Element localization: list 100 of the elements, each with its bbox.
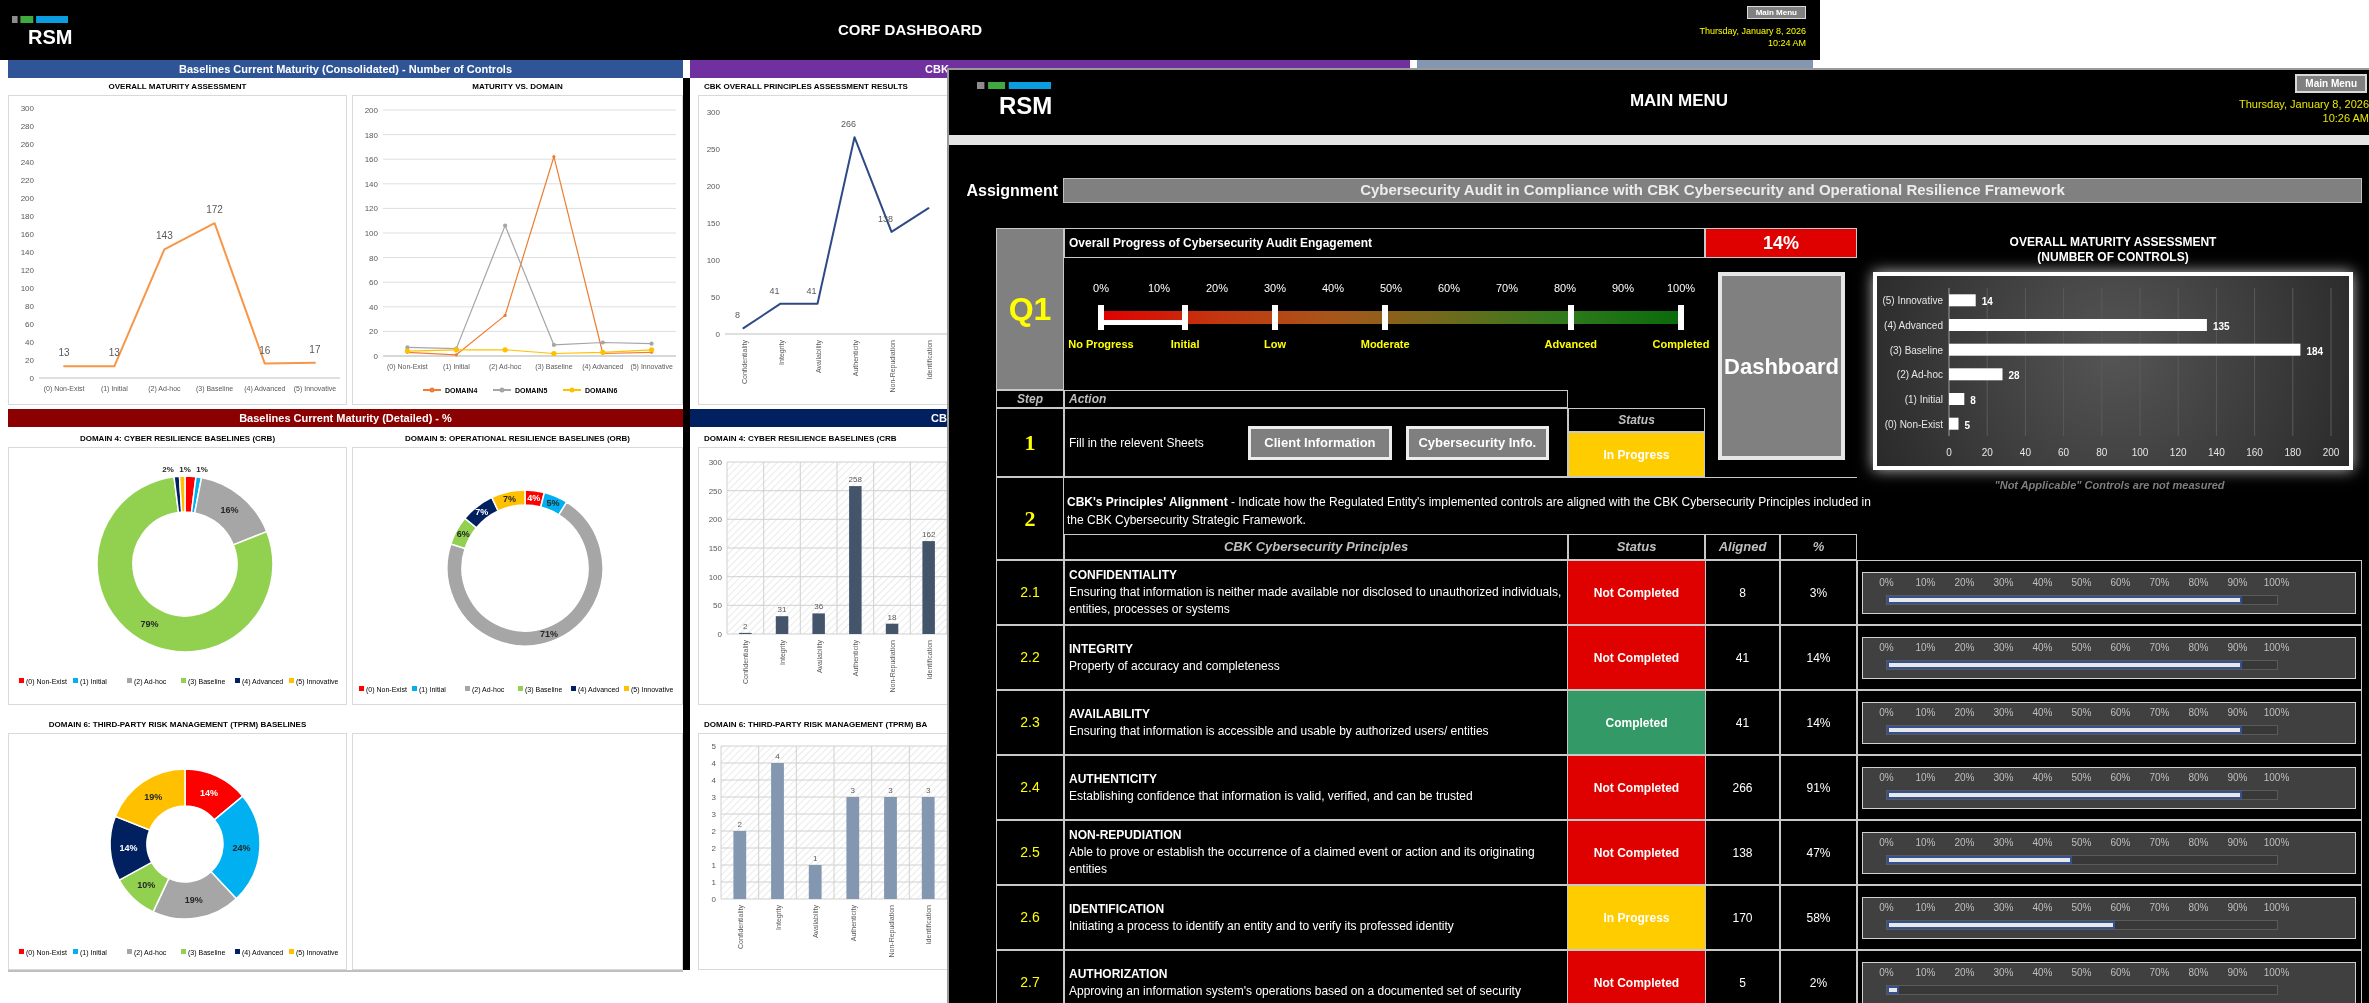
axis-label: 40: [369, 302, 378, 312]
scale-label: 50%: [1379, 281, 1403, 296]
legend-swatch-icon: [181, 678, 186, 683]
scale-label: 70%: [2148, 836, 2171, 850]
scale-label: 0%: [1878, 706, 1895, 720]
principle-description: Property of accuracy and completeness: [1069, 657, 1281, 675]
scale-label: 40%: [2031, 706, 2054, 720]
scale-label: 20%: [1953, 836, 1976, 850]
scale-label: 100%: [2262, 771, 2291, 785]
scale-label: 20%: [1953, 966, 1976, 980]
dashboard-button[interactable]: Dashboard: [1718, 272, 1845, 460]
data-label: 3: [850, 786, 856, 795]
data-label: 5%: [546, 498, 560, 509]
axis-label: 1: [711, 878, 716, 887]
step-number: 2.4: [1020, 778, 1040, 797]
data-label: 13: [58, 347, 70, 359]
axis-label: (5) Innovative: [1882, 295, 1943, 307]
action-button[interactable]: Cybersecurity Info.: [1405, 425, 1549, 460]
scale-label: 80%: [2187, 641, 2210, 655]
bar: [1949, 417, 1959, 430]
scale-label: 90%: [2226, 836, 2249, 850]
scale-label: 20%: [1953, 706, 1976, 720]
legend-swatch-icon: [624, 686, 629, 691]
scale-label: 30%: [1992, 771, 2015, 785]
scale-label: 0%: [1878, 836, 1895, 850]
scale-label: 0%: [1878, 576, 1895, 590]
principle-description: Approving an information system's operations based on a documented set of security: [1069, 982, 1522, 1000]
bar: [1949, 393, 1965, 405]
bar: [812, 613, 825, 634]
scale-label: 70%: [2148, 576, 2171, 590]
scale-label: 90%: [2226, 771, 2249, 785]
axis-label: 300: [706, 108, 720, 117]
action-button[interactable]: Client Information: [1248, 425, 1392, 460]
scale-label: 80%: [1553, 281, 1577, 296]
legend-swatch-icon: [571, 686, 576, 691]
chart-title: DOMAIN 6: THIRD-PARTY RISK MANAGEMENT (TPRM) BA: [704, 719, 928, 731]
scale-label: 50%: [2070, 901, 2093, 915]
column-header: Status: [1618, 412, 1655, 429]
axis-label: 140: [2208, 447, 2225, 458]
stage-label: Initial: [1170, 336, 1200, 352]
scale-label: 30%: [1992, 836, 2015, 850]
chart-title: CBK OVERALL PRINCIPLES ASSESSMENT RESULTS: [704, 81, 908, 93]
data-label: 8: [1970, 395, 1976, 406]
axis-label: 0: [29, 374, 34, 383]
axis-label: 140: [20, 248, 34, 257]
main-menu-button[interactable]: Main Menu: [1746, 6, 1806, 19]
chart-title: DOMAIN 4: CYBER RESILIENCE BASELINES (CRB): [79, 433, 276, 445]
scale-label: 10%: [1914, 576, 1937, 590]
legend-swatch-icon: [518, 686, 523, 691]
logo-stripes-icon: [977, 82, 1051, 89]
legend-swatch-icon: [359, 686, 364, 691]
axis-label: 220: [20, 176, 34, 185]
legend-swatch-icon: [127, 678, 132, 683]
chart-title: DOMAIN 5: OPERATIONAL RESILIENCE BASELINES (ORB): [404, 433, 631, 445]
axis-label: 150: [708, 544, 722, 553]
data-label: 7%: [503, 494, 517, 505]
data-label: 5: [1964, 419, 1971, 431]
axis-label: 20: [369, 327, 378, 337]
data-label: 8: [735, 310, 740, 321]
scale-label: 50%: [2070, 576, 2093, 590]
aligned-count: 41: [1735, 714, 1750, 732]
stage-label: Advanced: [1544, 336, 1598, 352]
scale-label: 70%: [2148, 706, 2171, 720]
data-label: 2%: [162, 465, 174, 474]
step-number: 2.6: [1020, 908, 1040, 927]
legend-swatch-icon: [127, 949, 132, 954]
data-point: [502, 347, 508, 353]
axis-label: 80: [369, 253, 378, 263]
status-cell: Not Completed: [1568, 950, 1705, 1003]
data-label: 19%: [144, 792, 163, 803]
axis-label: 120: [2169, 447, 2187, 458]
legend-swatch-icon: [289, 949, 294, 954]
scale-label: 50%: [2070, 836, 2093, 850]
scale-label: 100%: [2262, 576, 2291, 590]
chart-title: DOMAIN 6: THIRD-PARTY RISK MANAGEMENT (TPRM) BASELINES: [48, 719, 307, 731]
aligned-count: 170: [1732, 909, 1753, 927]
legend-swatch-icon: [235, 949, 240, 954]
scale-label: 90%: [2226, 901, 2249, 915]
data-label: 2: [743, 621, 748, 631]
status-cell: Not Completed: [1568, 560, 1705, 625]
time-text: 10:26 AM: [2322, 111, 2369, 125]
principle-description: Initiating a process to identify an entity and to verify its professed identity: [1069, 917, 1455, 935]
scale-label: 80%: [2187, 836, 2210, 850]
date-text: Thursday, January 8, 2026: [2238, 97, 2369, 111]
axis-label: 150: [706, 219, 720, 228]
aligned-count: 138: [1732, 844, 1753, 862]
aligned-count: 8: [1739, 584, 1746, 602]
data-label: 1: [812, 854, 818, 863]
axis-label: 2: [711, 844, 716, 853]
axis-label: 200: [706, 182, 720, 191]
scale-label: 80%: [2187, 706, 2210, 720]
legend-swatch-icon: [235, 678, 240, 683]
scale-label: 40%: [2031, 966, 2054, 980]
main-menu-button[interactable]: Main Menu: [2295, 74, 2367, 93]
data-label: 31: [777, 605, 787, 615]
scale-label: 70%: [2148, 771, 2171, 785]
principle-title: AUTHENTICITY: [1069, 770, 1158, 788]
legend-swatch-icon: [73, 949, 78, 954]
scale-label: 90%: [2226, 641, 2249, 655]
axis-label: 40: [25, 338, 34, 347]
